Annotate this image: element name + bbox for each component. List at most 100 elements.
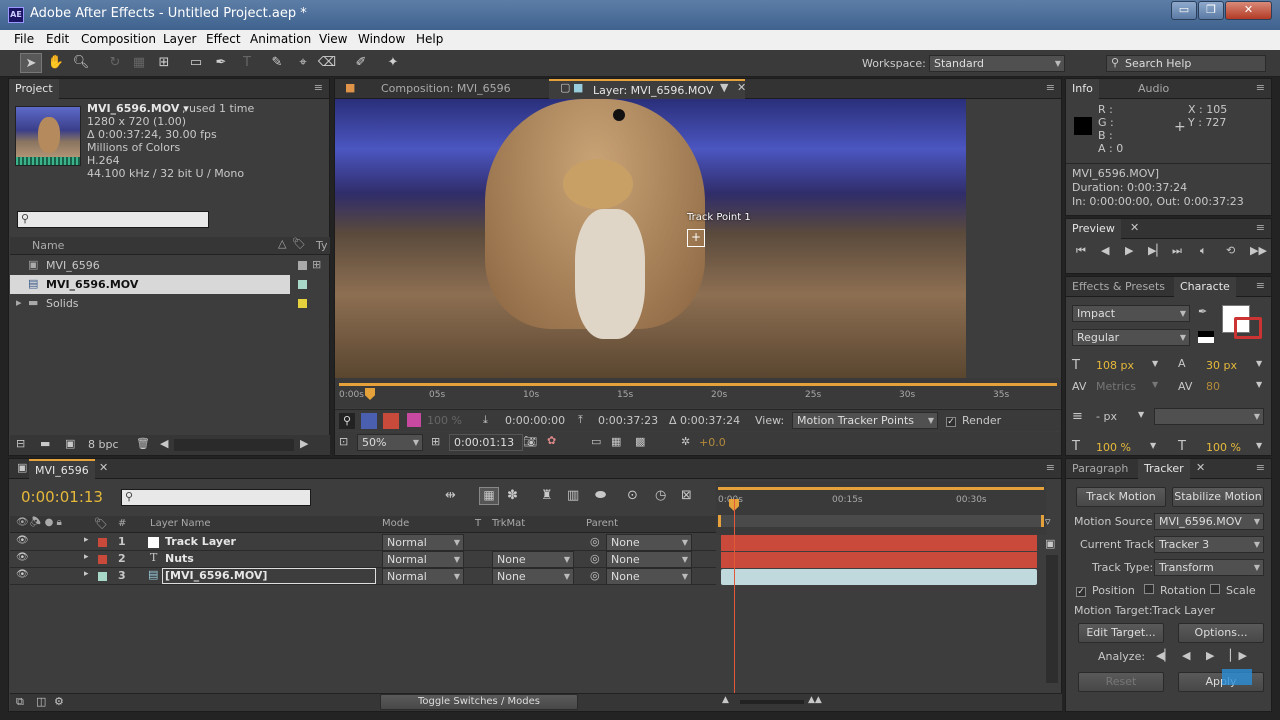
tab-composition[interactable]: Composition: MVI_6596 — [375, 79, 517, 99]
panel-menu-icon[interactable]: ≡ — [1256, 461, 1265, 474]
current-time-field[interactable]: 0:00:01:13 — [449, 434, 523, 451]
analyze-forward-icon[interactable]: ▏▶ — [1230, 649, 1247, 662]
render-channel-icon[interactable] — [383, 413, 399, 429]
expand-triangle-icon[interactable]: ▸ — [84, 535, 89, 545]
eyedropper-icon[interactable]: ✒ — [1198, 305, 1207, 318]
exposure-icon[interactable]: ✲ — [681, 435, 690, 448]
last-frame-icon[interactable]: ⏭ — [1172, 244, 1182, 258]
draft-3d-icon[interactable]: ▦ — [479, 487, 499, 505]
current-track-dropdown[interactable]: Tracker 3 — [1154, 536, 1264, 553]
col-type[interactable]: Ty — [316, 239, 328, 252]
layer-mode-dropdown[interactable]: Normal — [382, 534, 464, 551]
show-channel-icon[interactable]: ⚲ — [339, 413, 355, 429]
selection-tool-icon[interactable]: ➤ — [20, 53, 42, 73]
table-row[interactable]: 👁︎ ▸ 1 Track Layer Normal ◎ None — [10, 534, 716, 551]
loop-icon[interactable]: ⟲ — [1226, 244, 1235, 257]
layer-switches-icon[interactable]: ⧉ — [16, 695, 24, 709]
item-name[interactable]: MVI_6596.MOV ▾ — [87, 102, 189, 115]
tab-timeline[interactable]: MVI_6596 — [29, 459, 95, 479]
tracking-value[interactable]: 80 — [1206, 380, 1220, 393]
first-frame-icon[interactable]: ⏮ — [1076, 244, 1086, 258]
pan-behind-tool-icon[interactable]: ⊞ — [153, 53, 175, 73]
pick-whip-icon[interactable]: ◎ — [590, 535, 600, 548]
scroll-right-icon[interactable]: ▶ — [300, 437, 308, 450]
brainstorm-icon[interactable]: ⬬ — [595, 488, 606, 503]
av-features-icons[interactable]: 👁︎🔈︎ ● 🔒︎ — [16, 517, 62, 528]
always-preview-icon[interactable]: ⊡ — [339, 435, 348, 448]
scroll-left-icon[interactable]: ◀ — [160, 437, 168, 450]
project-search-input[interactable]: ⚲ — [17, 211, 209, 228]
set-out-icon[interactable]: ⤒ — [578, 413, 583, 427]
panel-menu-icon[interactable]: ≡ — [1256, 221, 1265, 234]
position-checkbox[interactable]: ✓ — [1076, 583, 1090, 597]
table-row[interactable]: 👁︎ ▸ 2 T Nuts Normal None ◎ None — [10, 551, 716, 568]
menu-help[interactable]: Help — [416, 32, 443, 46]
zoom-out-icon[interactable]: ▲ — [722, 695, 729, 705]
label-icon[interactable]: 🏷︎ — [292, 237, 306, 250]
layer-mode-dropdown[interactable]: Normal — [382, 551, 464, 568]
menu-edit[interactable]: Edit — [46, 32, 69, 46]
track-type-dropdown[interactable]: Transform — [1154, 559, 1264, 576]
list-item[interactable]: ▣ MVI_6596 ⊞ — [10, 256, 330, 275]
restore-button[interactable]: ❐ — [1198, 1, 1224, 20]
stroke-color-swatch[interactable] — [1234, 317, 1262, 339]
analyze-forward-one-icon[interactable]: ▶ — [1206, 649, 1214, 662]
trash-icon[interactable]: 🗑︎ — [136, 437, 150, 450]
timeline-current-time[interactable]: 0:00:01:13 — [21, 488, 103, 506]
label-icon[interactable]: 🏷︎ — [94, 517, 108, 530]
motion-blur-icon[interactable]: ▥ — [567, 488, 579, 503]
composition-mini-flowchart-icon[interactable]: ⇹ — [445, 488, 456, 503]
tab-tracker[interactable]: Tracker — [1138, 459, 1190, 479]
timeline-search-input[interactable]: ⚲ — [121, 489, 311, 506]
transparency-grid-icon[interactable]: ▦ — [611, 435, 621, 448]
next-frame-icon[interactable]: ▶▏ — [1148, 244, 1165, 257]
channel-color-icon[interactable] — [407, 413, 421, 427]
stroke-width-value[interactable]: - px — [1096, 410, 1117, 423]
render-checkbox[interactable]: ✓ — [946, 413, 960, 427]
minimize-button[interactable]: ▭ — [1171, 1, 1197, 20]
layer-time-ruler[interactable]: 0:00s 05s 10s 15s 20s 25s 30s 35s — [335, 378, 1061, 408]
menu-effect[interactable]: Effect — [206, 32, 241, 46]
color-channel-icon[interactable] — [361, 413, 377, 429]
font-style-dropdown[interactable]: Regular — [1072, 329, 1190, 346]
work-area-range[interactable] — [718, 515, 1044, 527]
bpc-label[interactable]: 8 bpc — [88, 438, 119, 451]
auto-keyframe-icon[interactable]: ⊙ — [627, 488, 638, 503]
close-tab-icon[interactable]: ✕ — [1130, 221, 1139, 234]
dropdown-arrow-icon[interactable]: ▼ — [1152, 380, 1158, 389]
workspace-dropdown[interactable]: Standard — [929, 55, 1065, 72]
layer-bar-nuts[interactable] — [721, 552, 1037, 568]
dropdown-arrow-icon[interactable]: ▼ — [1138, 410, 1144, 419]
motion-source-dropdown[interactable]: MVI_6596.MOV — [1154, 513, 1264, 530]
menu-view[interactable]: View — [319, 32, 347, 46]
visibility-icon[interactable]: 👁︎ — [16, 569, 29, 580]
panel-menu-icon[interactable]: ≡ — [1256, 81, 1265, 94]
layer-bar-footage[interactable] — [721, 569, 1037, 585]
label-color[interactable] — [298, 280, 307, 289]
pick-whip-icon[interactable]: ◎ — [590, 569, 600, 582]
rotation-checkbox[interactable] — [1144, 583, 1158, 596]
layer-name-edit-field[interactable]: [MVI_6596.MOV] — [162, 568, 376, 584]
tab-info[interactable]: Info — [1066, 79, 1099, 99]
in-time[interactable]: 0:00:00:00 — [505, 414, 565, 427]
live-update-icon[interactable]: ⊠ — [681, 488, 692, 503]
clone-stamp-tool-icon[interactable]: ⌖ — [292, 53, 314, 73]
layer-name[interactable]: Track Layer — [165, 535, 236, 548]
new-folder-icon[interactable]: ▬ — [40, 437, 50, 450]
menu-window[interactable]: Window — [358, 32, 405, 46]
panel-menu-icon[interactable]: ≡ — [1046, 461, 1055, 474]
expand-triangle-icon[interactable]: ▸ — [16, 296, 22, 309]
tab-audio[interactable]: Audio — [1132, 79, 1175, 99]
dropdown-arrow-icon[interactable]: ▼ — [1152, 359, 1158, 368]
audio-icon[interactable]: 🔈︎ — [1200, 244, 1207, 258]
play-icon[interactable]: ▶ — [1125, 244, 1133, 257]
scale-checkbox[interactable] — [1210, 583, 1224, 596]
parent-dropdown[interactable]: None — [606, 534, 692, 551]
col-name[interactable]: Name — [32, 239, 64, 252]
zoom-tool-icon[interactable]: 🔍︎ — [70, 53, 92, 73]
col-layer-name[interactable]: Layer Name — [150, 518, 211, 529]
comp-marker-icon[interactable]: ▣ — [1045, 537, 1055, 550]
stabilize-motion-button[interactable]: Stabilize Motion — [1172, 487, 1264, 507]
puppet-tool-icon[interactable]: ✦ — [382, 53, 404, 73]
frame-blending-icon[interactable]: ♜ — [541, 488, 553, 503]
